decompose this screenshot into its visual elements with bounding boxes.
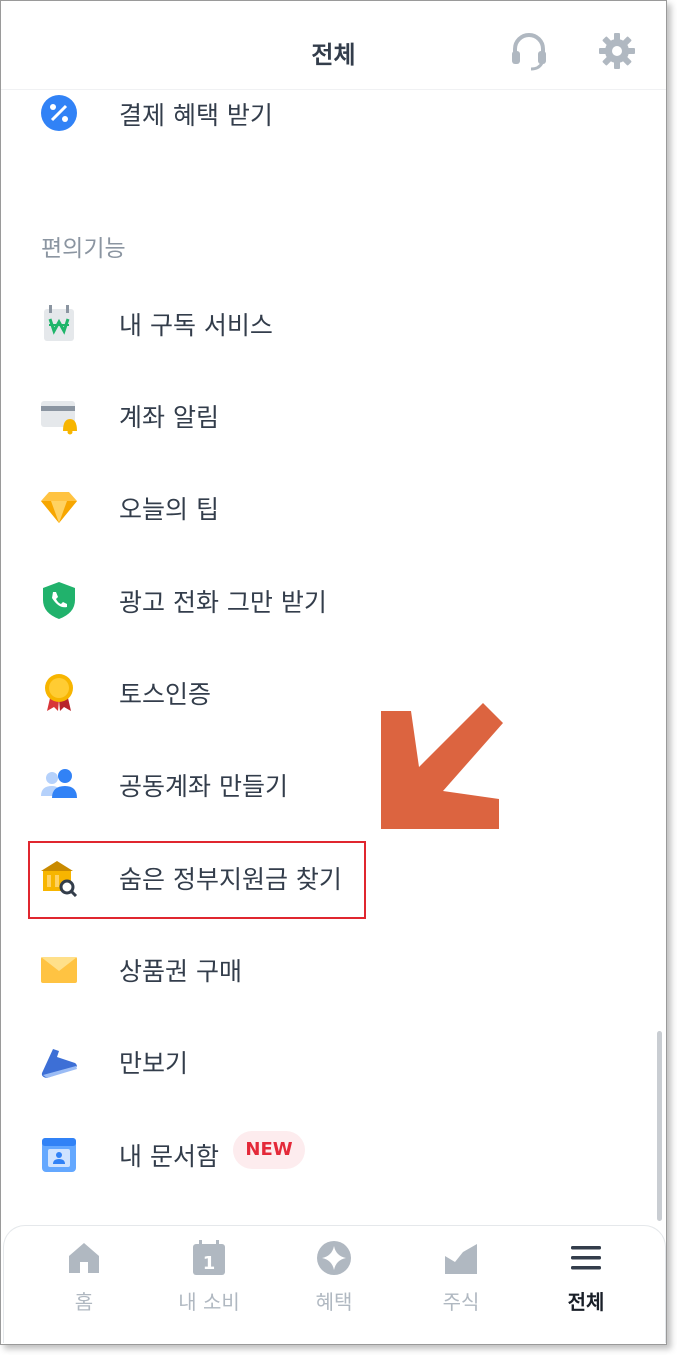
card-bell-icon	[39, 395, 79, 435]
people-icon	[39, 764, 79, 804]
page-title: 전체	[311, 41, 356, 69]
header: 전체	[1, 1, 666, 90]
new-badge: NEW	[233, 1131, 305, 1169]
tab-all[interactable]: 전체	[526, 1226, 646, 1344]
highlight-box	[28, 841, 366, 919]
menu-item-gift-card[interactable]: 상품권 구매	[1, 937, 666, 997]
sneaker-icon	[39, 1041, 79, 1081]
scrollbar[interactable]	[657, 1031, 662, 1221]
tab-stocks[interactable]: 주식	[401, 1226, 521, 1344]
menu-item-label: 내 문서함	[119, 1142, 219, 1171]
menu-item-label: 결제 혜택 받기	[119, 101, 273, 130]
tab-label: 내 소비	[178, 1290, 240, 1314]
medal-icon	[39, 672, 79, 712]
calendar-icon: 1	[191, 1240, 227, 1276]
sparkle-icon	[316, 1240, 352, 1276]
menu-item-label: 상품권 구매	[119, 957, 242, 986]
headset-icon[interactable]	[509, 31, 549, 71]
home-icon	[66, 1240, 102, 1276]
tab-my-spending[interactable]: 1 내 소비	[149, 1226, 269, 1344]
menu-item-toss-cert[interactable]: 토스인증	[1, 660, 666, 720]
bottom-tab-bar: 홈 1 내 소비 혜택 주식 전체	[3, 1225, 666, 1343]
gear-icon[interactable]	[597, 31, 637, 71]
menu-item-label: 내 구독 서비스	[119, 311, 273, 340]
app-frame: 전체 결제 혜택 받기 편의기능 내 구독 서비스 계좌 알림 오늘의 팁 광고…	[0, 0, 667, 1345]
menu-icon	[568, 1240, 604, 1276]
menu-item-account-alert[interactable]: 계좌 알림	[1, 383, 666, 443]
menu-item-pedometer[interactable]: 만보기	[1, 1029, 666, 1089]
tab-label: 홈	[74, 1290, 94, 1314]
diamond-icon	[39, 487, 79, 527]
menu-item-joint-account[interactable]: 공동계좌 만들기	[1, 752, 666, 812]
section-title: 편의기능	[41, 236, 126, 262]
menu-item-subscription[interactable]: 내 구독 서비스	[1, 291, 666, 351]
tab-benefits[interactable]: 혜택	[274, 1226, 394, 1344]
tab-home[interactable]: 홈	[24, 1226, 144, 1344]
menu-item-tip[interactable]: 오늘의 팁	[1, 475, 666, 535]
svg-text:1: 1	[203, 1253, 216, 1274]
menu-item-documents[interactable]: 내 문서함 NEW	[1, 1122, 666, 1182]
document-box-icon	[39, 1134, 79, 1174]
menu-item-payment-benefit[interactable]: 결제 혜택 받기	[1, 81, 666, 141]
tab-label: 전체	[567, 1290, 605, 1314]
arrow-icon	[371, 701, 511, 836]
tab-label: 혜택	[315, 1290, 353, 1314]
shield-phone-icon	[39, 580, 79, 620]
menu-item-label: 계좌 알림	[119, 403, 219, 432]
menu-item-label: 광고 전화 그만 받기	[119, 588, 327, 617]
menu-item-block-ad-calls[interactable]: 광고 전화 그만 받기	[1, 568, 666, 628]
chart-icon	[443, 1240, 479, 1276]
tab-label: 주식	[442, 1290, 480, 1314]
menu-item-label: 오늘의 팁	[119, 495, 219, 524]
percent-badge-icon	[39, 93, 79, 133]
envelope-icon	[39, 949, 79, 989]
menu-item-label: 공동계좌 만들기	[119, 772, 288, 801]
menu-item-label: 만보기	[119, 1049, 189, 1078]
menu-item-label: 토스인증	[119, 680, 212, 709]
calendar-won-icon	[39, 303, 79, 343]
